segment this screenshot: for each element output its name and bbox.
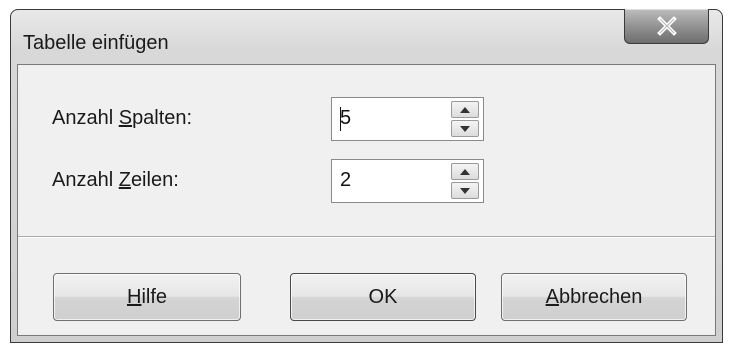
chevron-up-icon bbox=[460, 168, 470, 175]
cancel-label: bbrechen bbox=[558, 285, 643, 308]
dialog-window: Tabelle einfügen Anzahl Spalten: 5 Anzah… bbox=[10, 9, 723, 343]
columns-label-pre: Anzahl bbox=[52, 107, 119, 129]
cancel-button[interactable]: Abbrechen bbox=[501, 273, 687, 321]
dialog-title: Tabelle einfügen bbox=[23, 32, 169, 54]
columns-spin-down-button[interactable] bbox=[451, 120, 479, 137]
dialog-content: Anzahl Spalten: 5 Anzahl Zeilen: 2 H ilf… bbox=[17, 64, 716, 336]
help-accesskey: H bbox=[126, 285, 142, 308]
rows-label-pre: Anzahl bbox=[52, 169, 119, 191]
separator-line bbox=[18, 236, 715, 238]
chevron-down-icon bbox=[460, 125, 470, 132]
rows-label-accesskey: Z bbox=[118, 169, 131, 191]
rows-spin-down-button[interactable] bbox=[451, 182, 479, 199]
rows-spinbox[interactable]: 2 bbox=[331, 159, 484, 203]
rows-spin-arrows bbox=[451, 163, 479, 199]
columns-label-accesskey: S bbox=[118, 107, 133, 129]
rows-label-post: eilen: bbox=[130, 169, 179, 191]
cancel-accesskey: A bbox=[545, 285, 559, 308]
ok-button[interactable]: OK bbox=[290, 273, 476, 321]
close-icon bbox=[656, 16, 677, 36]
chevron-down-icon bbox=[460, 187, 470, 194]
rows-input[interactable]: 2 bbox=[340, 169, 351, 192]
close-button[interactable] bbox=[624, 9, 709, 44]
text-caret bbox=[340, 107, 341, 131]
ok-label: OK bbox=[368, 285, 398, 308]
help-label: ilfe bbox=[141, 285, 168, 308]
rows-spin-up-button[interactable] bbox=[451, 163, 479, 180]
columns-label-post: palten: bbox=[132, 107, 193, 129]
columns-spin-up-button[interactable] bbox=[451, 101, 479, 118]
columns-label: Anzahl Spalten: bbox=[52, 107, 192, 130]
columns-spinbox[interactable]: 5 bbox=[331, 97, 484, 141]
title-bar[interactable]: Tabelle einfügen bbox=[11, 9, 722, 64]
chevron-up-icon bbox=[460, 106, 470, 113]
rows-label: Anzahl Zeilen: bbox=[52, 169, 179, 192]
help-button[interactable]: Hilfe bbox=[53, 273, 241, 321]
columns-spin-arrows bbox=[451, 101, 479, 137]
columns-input[interactable]: 5 bbox=[340, 107, 351, 130]
